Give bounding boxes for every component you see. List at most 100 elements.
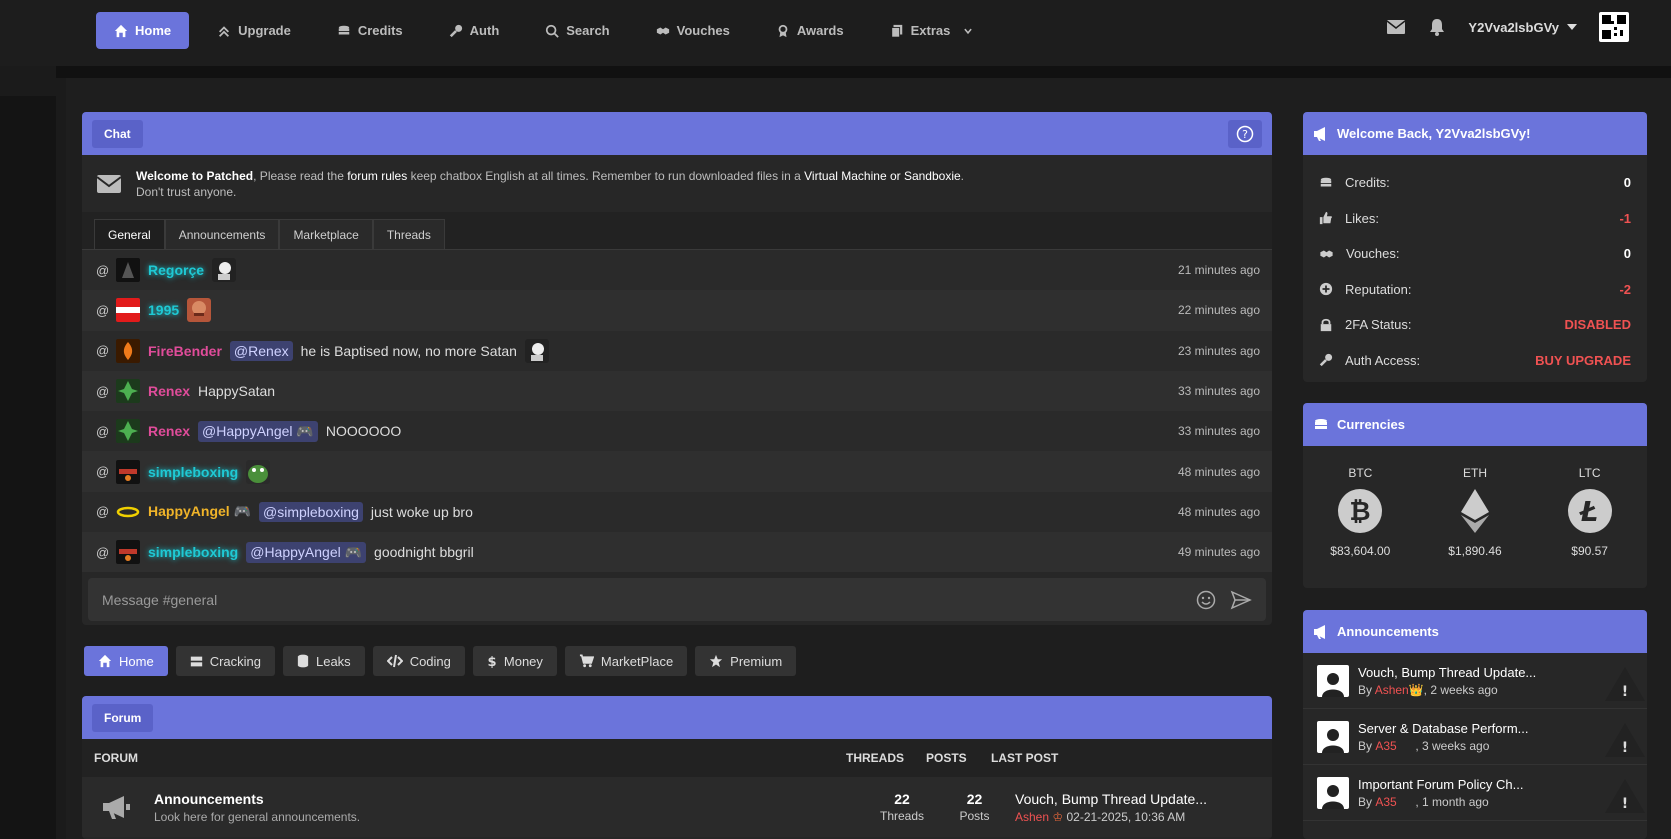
mail-icon[interactable]: [1386, 19, 1406, 35]
forum-row[interactable]: Announcements Look here for general anno…: [82, 777, 1272, 837]
last-post-user[interactable]: Ashen: [1015, 810, 1049, 824]
crown-badge: 👑: [1408, 682, 1424, 697]
forum-rules-link[interactable]: forum rules: [347, 169, 407, 183]
chat-username[interactable]: Regorçe: [148, 262, 204, 278]
avatar[interactable]: [116, 298, 140, 323]
tab-threads[interactable]: Threads: [372, 219, 445, 249]
category-marketplace[interactable]: MarketPlace: [564, 646, 688, 676]
chat-username[interactable]: simpleboxing: [148, 544, 238, 560]
currencies-title-wrap: Currencies: [1313, 417, 1405, 433]
reply-at-icon[interactable]: @: [96, 263, 109, 278]
reply-at-icon[interactable]: @: [96, 545, 109, 560]
announcement-author[interactable]: A35: [1375, 795, 1415, 809]
chat-header: Chat ?: [82, 112, 1272, 155]
tab-general[interactable]: General: [94, 219, 165, 249]
qr-avatar[interactable]: [1599, 12, 1629, 42]
chat-username[interactable]: HappyAngel 🎮: [148, 503, 251, 520]
chat-username[interactable]: FireBender: [148, 343, 222, 359]
mention[interactable]: @HappyAngel 🎮: [246, 541, 367, 563]
avatar[interactable]: [116, 338, 140, 363]
category-label: Money: [503, 653, 543, 669]
dollar-icon: $: [487, 655, 496, 668]
nav-auth[interactable]: Auth: [431, 12, 518, 49]
currencies-title: Currencies: [1337, 417, 1405, 432]
stat-value[interactable]: DISABLED: [1565, 317, 1631, 332]
stat-value: 0: [1623, 246, 1631, 262]
avatar[interactable]: [116, 499, 140, 524]
nav-search[interactable]: Search: [527, 12, 627, 49]
home-icon: [98, 654, 112, 668]
posts-count: 22: [966, 791, 983, 807]
nav-upgrade[interactable]: Upgrade: [199, 12, 309, 49]
announcement-author[interactable]: Ashen: [1375, 683, 1409, 697]
category-label: Home: [119, 653, 154, 669]
notice-vm: Virtual Machine or Sandboxie: [804, 168, 961, 183]
announcement-title[interactable]: Server & Database Perform...: [1358, 721, 1529, 736]
announcement-item[interactable]: Vouch, Bump Thread Update... By Ashen👑, …: [1303, 653, 1647, 709]
category-premium[interactable]: Premium: [695, 646, 797, 676]
help-button[interactable]: ?: [1228, 119, 1262, 148]
emoji-icon[interactable]: [1196, 590, 1216, 610]
emote-image: [187, 298, 212, 323]
nav-awards[interactable]: Awards: [758, 12, 862, 49]
col-forum: FORUM: [94, 751, 138, 765]
megaphone-icon: [1314, 126, 1325, 141]
notice-text: Welcome to Patched, Please read the foru…: [136, 168, 964, 200]
last-post-title[interactable]: Vouch, Bump Thread Update...: [1015, 791, 1207, 807]
tab-marketplace[interactable]: Marketplace: [279, 219, 373, 249]
chat-username[interactable]: Renex: [148, 383, 190, 399]
avatar[interactable]: [116, 258, 140, 283]
chat-tabs: General Announcements Marketplace Thread…: [82, 212, 1272, 250]
announcements-header: Announcements: [1303, 610, 1647, 653]
nav-home[interactable]: Home: [96, 12, 190, 49]
announcement-item[interactable]: Important Forum Policy Ch... By A35, 1 m…: [1303, 765, 1647, 821]
stat-label: Auth Access:: [1345, 352, 1421, 368]
category-coding[interactable]: Coding: [372, 646, 465, 676]
database-icon: [297, 654, 309, 668]
bell-icon[interactable]: [1428, 18, 1446, 36]
announcement-meta: By A35, 3 weeks ago: [1358, 739, 1529, 753]
stat-label: 2FA Status:: [1345, 317, 1412, 333]
mention[interactable]: @simpleboxing: [259, 501, 363, 522]
avatar[interactable]: [116, 459, 140, 484]
reply-at-icon[interactable]: @: [96, 384, 109, 399]
user-menu[interactable]: Y2Vva2lsbGVy: [1468, 20, 1577, 35]
col-threads: THREADS: [846, 751, 905, 765]
buy-upgrade-link[interactable]: BUY UPGRADE: [1535, 353, 1631, 368]
announcement-title[interactable]: Important Forum Policy Ch...: [1358, 777, 1523, 792]
send-icon[interactable]: [1230, 590, 1252, 610]
left-gutter: [0, 96, 56, 839]
announcement-item[interactable]: Server & Database Perform... By A35, 3 w…: [1303, 709, 1647, 765]
stat-2fa: 2FA Status: DISABLED: [1303, 307, 1647, 343]
award-icon: [778, 24, 788, 37]
avatar[interactable]: [116, 419, 140, 444]
svg-text:Ł: Ł: [1578, 495, 1597, 528]
announcement-author[interactable]: A35: [1375, 739, 1415, 753]
forum-last-post: Vouch, Bump Thread Update... Ashen ♔ 02-…: [1007, 791, 1207, 824]
chat-username[interactable]: simpleboxing: [148, 464, 238, 480]
mention[interactable]: @Renex: [229, 340, 293, 361]
mention[interactable]: @HappyAngel 🎮: [198, 420, 318, 442]
nav-vouches[interactable]: Vouches: [638, 12, 748, 49]
nav-credits[interactable]: Credits: [319, 12, 421, 49]
reply-at-icon[interactable]: @: [96, 343, 109, 358]
reply-at-icon[interactable]: @: [96, 303, 109, 318]
chat-message-input[interactable]: [102, 591, 1182, 608]
avatar[interactable]: [116, 540, 140, 565]
tab-announcements[interactable]: Announcements: [164, 219, 280, 249]
reply-at-icon[interactable]: @: [96, 504, 109, 519]
avatar[interactable]: [116, 379, 140, 404]
category-home[interactable]: Home: [84, 646, 168, 676]
reply-at-icon[interactable]: @: [96, 464, 109, 479]
nav-extras[interactable]: Extras: [872, 12, 992, 49]
reply-at-icon[interactable]: @: [96, 424, 109, 439]
top-navbar: Home Upgrade Credits Auth Search Vouches…: [0, 0, 1671, 66]
category-leaks[interactable]: Leaks: [282, 646, 365, 676]
by-label: By: [1358, 738, 1376, 753]
category-money[interactable]: $ Money: [472, 646, 557, 676]
category-cracking[interactable]: Cracking: [175, 646, 275, 676]
forum-name[interactable]: Announcements: [154, 791, 862, 807]
chat-username[interactable]: 1995: [148, 302, 179, 318]
announcement-title[interactable]: Vouch, Bump Thread Update...: [1358, 665, 1536, 680]
chat-username[interactable]: Renex: [148, 423, 190, 439]
